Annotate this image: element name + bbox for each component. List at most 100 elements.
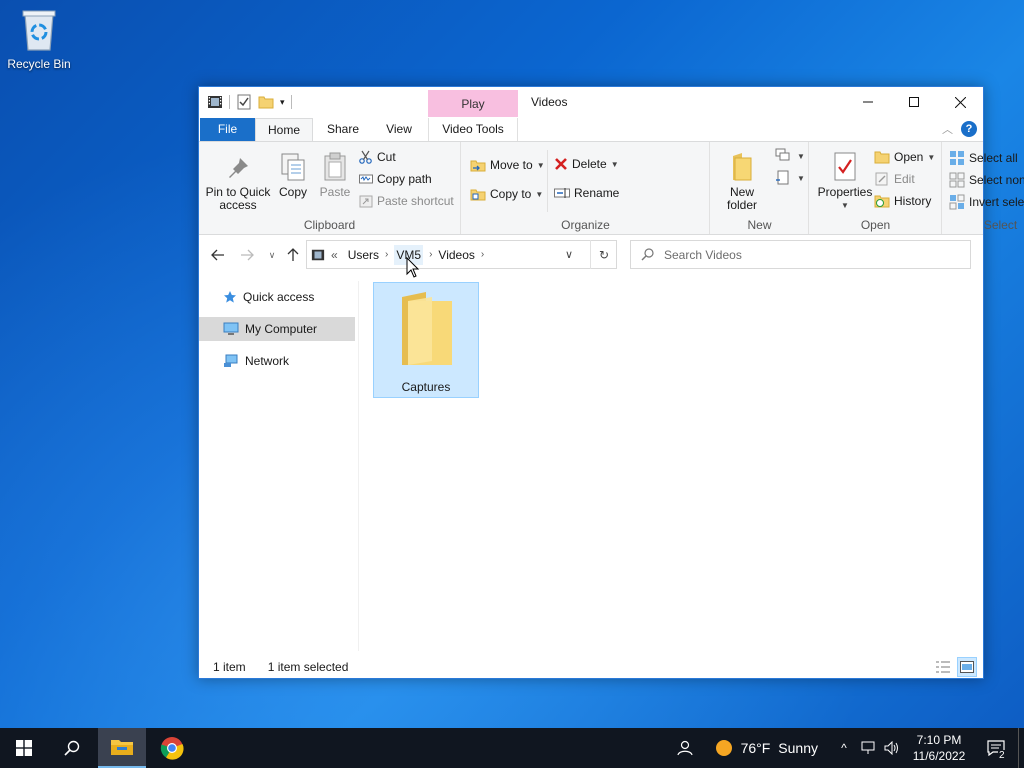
- chevron-up-icon: ^: [841, 741, 847, 755]
- breadcrumb-chevron-icon[interactable]: ›: [385, 249, 388, 260]
- address-bar[interactable]: « Users › VM5 › Videos › ∨: [306, 240, 617, 269]
- taskbar: 76°F Sunny ^ 7:10 PM 11/6/2022 2: [0, 728, 1024, 768]
- address-history-dropdown-icon[interactable]: ∨: [565, 248, 573, 261]
- close-button[interactable]: [937, 87, 983, 117]
- folder-item-captures[interactable]: Captures: [373, 282, 479, 398]
- action-center-button[interactable]: 2: [974, 740, 1018, 761]
- pin-to-quick-access-button[interactable]: Pin to Quick access: [205, 148, 271, 212]
- window-title: Videos: [531, 95, 568, 109]
- nav-item-quick-access[interactable]: Quick access: [199, 285, 355, 309]
- details-view-button[interactable]: [933, 657, 953, 677]
- chrome-taskbar-button[interactable]: [148, 728, 196, 768]
- start-button[interactable]: [0, 728, 48, 768]
- file-explorer-window: ▾ Play Videos File Home Share View Video…: [198, 86, 1024, 679]
- paste-shortcut-button[interactable]: Paste shortcut: [359, 194, 454, 208]
- open-button[interactable]: Open ▼: [874, 150, 935, 164]
- show-hidden-icons-button[interactable]: ^: [832, 741, 856, 755]
- delete-button[interactable]: Delete ▼: [554, 157, 619, 171]
- breadcrumb-users[interactable]: Users: [348, 248, 379, 262]
- select-none-button[interactable]: Select none: [949, 172, 1024, 188]
- refresh-button[interactable]: ↻: [590, 240, 617, 269]
- history-button[interactable]: History: [874, 194, 931, 208]
- new-folder-qat-icon[interactable]: [258, 94, 274, 110]
- show-desktop-button[interactable]: [1018, 728, 1024, 768]
- help-icon[interactable]: ?: [961, 121, 977, 137]
- weather-widget[interactable]: 76°F Sunny: [715, 739, 818, 757]
- video-library-icon: [311, 249, 325, 260]
- file-explorer-taskbar-button[interactable]: [98, 728, 146, 768]
- edit-icon: [875, 172, 888, 186]
- delete-label: Delete: [572, 157, 607, 171]
- easy-access-button[interactable]: ▼: [775, 170, 805, 186]
- clock[interactable]: 7:10 PM 11/6/2022: [904, 732, 974, 764]
- invert-selection-button[interactable]: Invert selection: [949, 194, 1024, 210]
- computer-icon: [223, 322, 239, 335]
- properties-button[interactable]: Properties ▼: [814, 148, 876, 212]
- tab-share[interactable]: Share: [317, 118, 369, 141]
- recycle-bin-desktop-icon[interactable]: Recycle Bin: [4, 6, 74, 71]
- tab-file[interactable]: File: [200, 118, 255, 141]
- large-icons-view-icon: [960, 661, 974, 673]
- people-icon: [676, 740, 693, 756]
- recent-locations-button[interactable]: ∨: [262, 245, 282, 265]
- nav-label: Quick access: [243, 290, 315, 304]
- tab-view[interactable]: View: [375, 118, 423, 141]
- new-folder-button[interactable]: New folder: [719, 148, 765, 212]
- people-button[interactable]: [665, 740, 705, 756]
- search-taskbar-button[interactable]: [48, 728, 96, 768]
- collapse-ribbon-icon[interactable]: ︿: [942, 121, 953, 137]
- organize-group: Move to ▼ Copy to ▼ Delete ▼ Rename Orga…: [462, 142, 710, 234]
- tab-home[interactable]: Home: [255, 118, 313, 141]
- breadcrumb-chevron-icon[interactable]: ›: [429, 249, 432, 260]
- file-explorer-icon: [111, 740, 133, 755]
- search-box[interactable]: Search Videos: [630, 240, 971, 269]
- delete-dropdown-icon: ▼: [610, 159, 619, 169]
- move-to-button[interactable]: Move to ▼: [470, 157, 545, 173]
- folder-icon: [402, 292, 452, 365]
- minimize-button[interactable]: [845, 87, 891, 117]
- mouse-cursor-icon: [406, 257, 420, 278]
- pin-icon: [229, 158, 248, 178]
- open-folder-icon: [874, 151, 890, 164]
- new-item-button[interactable]: ▼: [775, 148, 805, 164]
- large-icons-view-button[interactable]: [957, 657, 977, 677]
- back-arrow-icon: [211, 249, 224, 261]
- copy-button[interactable]: Copy: [275, 148, 311, 199]
- move-to-label: Move to: [490, 158, 533, 172]
- properties-check-icon[interactable]: [236, 94, 252, 110]
- easy-access-icon: [776, 170, 789, 185]
- nav-label: Network: [245, 354, 290, 368]
- select-all-button[interactable]: Select all: [949, 150, 1018, 166]
- forward-button[interactable]: [237, 245, 257, 265]
- breadcrumb-chevron-icon[interactable]: ›: [481, 249, 484, 260]
- properties-label: Properties: [817, 185, 873, 199]
- star-icon: [224, 291, 236, 303]
- edit-button[interactable]: Edit: [874, 172, 915, 186]
- up-button[interactable]: [283, 245, 303, 265]
- paste-button[interactable]: Paste: [316, 148, 354, 199]
- select-group: Select all Select none Invert selection …: [943, 142, 1024, 234]
- network-tray-button[interactable]: [856, 741, 880, 755]
- copy-path-button[interactable]: Copy path: [359, 172, 432, 186]
- tab-video-tools[interactable]: Video Tools: [428, 118, 518, 141]
- customize-qat-dropdown-icon[interactable]: ▾: [280, 97, 285, 108]
- volume-button[interactable]: [880, 741, 904, 755]
- breadcrumb-videos[interactable]: Videos: [438, 248, 474, 262]
- back-button[interactable]: [208, 245, 228, 265]
- quick-access-toolbar: ▾: [207, 94, 292, 110]
- cut-button[interactable]: Cut: [359, 150, 396, 164]
- move-to-dropdown-icon: ▼: [536, 160, 545, 170]
- breadcrumb-overflow[interactable]: «: [331, 248, 338, 262]
- new-folder-icon: [733, 153, 752, 181]
- copy-to-button[interactable]: Copy to ▼: [470, 186, 543, 202]
- nav-item-network[interactable]: Network: [199, 349, 355, 373]
- history-label: History: [894, 194, 932, 208]
- nav-item-my-computer[interactable]: My Computer: [199, 317, 355, 341]
- rename-button[interactable]: Rename: [554, 186, 619, 200]
- maximize-button[interactable]: [891, 87, 937, 117]
- selection-count: 1 item selected: [267, 660, 349, 674]
- rename-label: Rename: [574, 186, 620, 200]
- chevron-down-icon: ∨: [268, 249, 276, 260]
- ribbon-home: Pin to Quick access Copy Paste Cut Copy …: [199, 141, 1024, 235]
- open-group: Properties ▼ Open ▼ Edit History Open: [810, 142, 942, 234]
